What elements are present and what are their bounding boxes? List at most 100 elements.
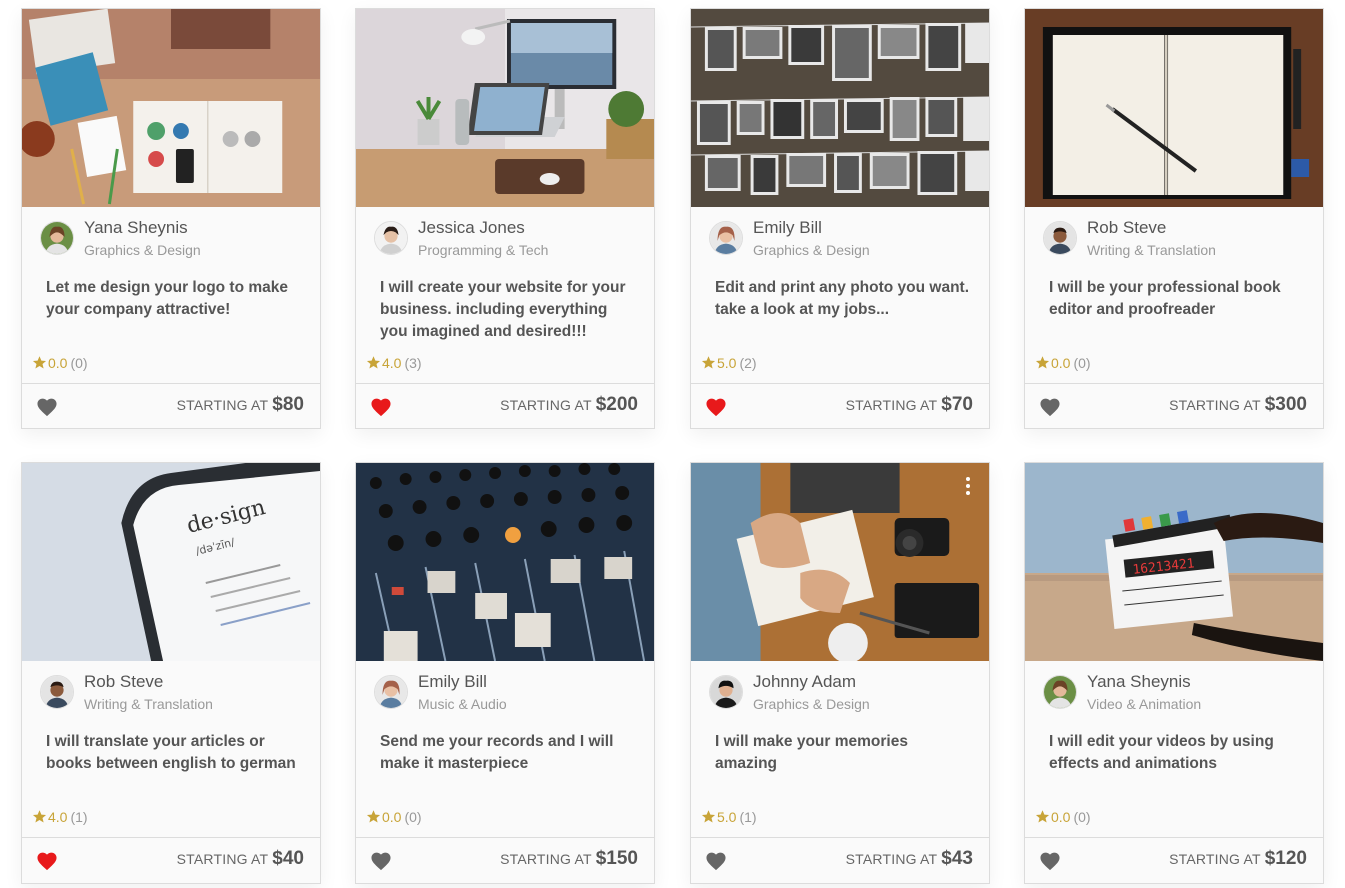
gig-thumbnail[interactable] (356, 463, 654, 661)
gig-rating: 5.0 (1) (701, 809, 757, 825)
star-icon (701, 810, 716, 823)
avatar[interactable] (709, 221, 743, 255)
gig-rating: 4.0 (1) (32, 809, 88, 825)
emily-avatar (710, 222, 742, 254)
seller-name[interactable]: Rob Steve (84, 672, 163, 692)
avatar[interactable] (374, 221, 408, 255)
heart-icon[interactable] (705, 851, 727, 871)
starting-at-label: STARTING AT (845, 851, 938, 867)
seller-name[interactable]: Emily Bill (753, 218, 822, 238)
seller-info: Emily Bill Graphics & Design (691, 207, 989, 265)
rating-value: 5.0 (717, 355, 737, 371)
gig-card[interactable]: Emily Bill Music & Audio Send me your re… (355, 462, 655, 884)
gig-rating: 0.0 (0) (1035, 809, 1091, 825)
rating-value: 4.0 (382, 355, 402, 371)
price-block: STARTING AT $120 (1169, 848, 1307, 870)
gig-card[interactable]: Rob Steve Writing & Translation I will b… (1024, 8, 1324, 429)
price-block: STARTING AT $40 (177, 848, 304, 870)
star-icon (32, 356, 47, 369)
rating-value: 0.0 (1051, 355, 1071, 371)
yana-avatar (41, 222, 73, 254)
avatar[interactable] (709, 675, 743, 709)
gig-card[interactable]: 16213421 Yana Sheynis Video & Animation … (1024, 462, 1324, 884)
seller-name[interactable]: Johnny Adam (753, 672, 856, 692)
seller-name[interactable]: Rob Steve (1087, 218, 1166, 238)
heart-icon[interactable] (370, 397, 392, 417)
hanging-photos-photo (691, 9, 989, 207)
gig-card[interactable]: Jessica Jones Programming & Tech I will … (355, 8, 655, 429)
emily-avatar (375, 676, 407, 708)
review-count: (0) (1073, 355, 1091, 371)
rating-value: 0.0 (48, 355, 68, 371)
star-icon (366, 356, 381, 369)
heart-icon[interactable] (36, 397, 58, 417)
seller-category: Video & Animation (1087, 696, 1202, 712)
heart-icon[interactable] (36, 851, 58, 871)
gig-thumbnail[interactable] (691, 463, 989, 661)
review-count: (2) (739, 355, 757, 371)
seller-name[interactable]: Emily Bill (418, 672, 487, 692)
rating-value: 4.0 (48, 809, 68, 825)
seller-category: Programming & Tech (418, 242, 549, 258)
avatar[interactable] (40, 675, 74, 709)
heart-icon[interactable] (370, 851, 392, 871)
star-icon (366, 810, 381, 823)
price-block: STARTING AT $300 (1169, 394, 1307, 416)
jessica-avatar (375, 222, 407, 254)
rob-avatar (41, 676, 73, 708)
review-count: (0) (1073, 809, 1091, 825)
gig-grid: Yana Sheynis Graphics & Design Let me de… (0, 0, 1345, 888)
starting-at-label: STARTING AT (176, 851, 269, 867)
seller-name[interactable]: Yana Sheynis (1087, 672, 1191, 692)
avatar[interactable] (40, 221, 74, 255)
gig-card[interactable]: de·sign /dəˈzīn/ Rob Steve Writing & Tra… (21, 462, 321, 884)
gig-thumbnail[interactable]: de·sign /dəˈzīn/ (22, 463, 320, 661)
more-options-icon[interactable] (965, 477, 971, 498)
price-block: STARTING AT $80 (177, 394, 304, 416)
heart-icon[interactable] (705, 397, 727, 417)
review-count: (0) (404, 809, 422, 825)
gig-thumbnail[interactable] (691, 9, 989, 207)
gig-thumbnail[interactable] (1025, 9, 1323, 207)
avatar[interactable] (1043, 675, 1077, 709)
gig-price: $150 (595, 848, 638, 869)
seller-name[interactable]: Jessica Jones (418, 218, 525, 238)
seller-info: Rob Steve Writing & Translation (1025, 207, 1323, 265)
seller-info: Yana Sheynis Graphics & Design (22, 207, 320, 265)
seller-info: Jessica Jones Programming & Tech (356, 207, 654, 265)
seller-name[interactable]: Yana Sheynis (84, 218, 188, 238)
gig-thumbnail[interactable] (356, 9, 654, 207)
gig-rating: 4.0 (3) (366, 355, 422, 371)
avatar[interactable] (1043, 221, 1077, 255)
heart-icon[interactable] (1039, 397, 1061, 417)
gig-thumbnail[interactable]: 16213421 (1025, 463, 1323, 661)
heart-icon[interactable] (1039, 851, 1061, 871)
gig-rating: 0.0 (0) (366, 809, 422, 825)
gig-card[interactable]: Johnny Adam Graphics & Design I will mak… (690, 462, 990, 884)
gig-card[interactable]: Emily Bill Graphics & Design Edit and pr… (690, 8, 990, 429)
rob-avatar (1044, 222, 1076, 254)
gig-footer: STARTING AT $80 (22, 383, 320, 428)
seller-category: Writing & Translation (1087, 242, 1216, 258)
gig-price: $120 (1264, 848, 1307, 869)
rating-value: 0.0 (382, 809, 402, 825)
gig-thumbnail[interactable] (22, 9, 320, 207)
gig-price: $200 (595, 394, 638, 415)
gig-footer: STARTING AT $200 (356, 383, 654, 428)
seller-category: Writing & Translation (84, 696, 213, 712)
gig-price: $70 (941, 394, 973, 415)
clapperboard-photo: 16213421 (1025, 463, 1323, 661)
starting-at-label: STARTING AT (176, 397, 269, 413)
star-icon (1035, 356, 1050, 369)
gig-footer: STARTING AT $150 (356, 837, 654, 882)
starting-at-label: STARTING AT (1169, 851, 1261, 867)
notebook-pen-photo (1025, 9, 1323, 207)
gig-price: $300 (1264, 394, 1307, 415)
gig-card[interactable]: Yana Sheynis Graphics & Design Let me de… (21, 8, 321, 429)
avatar[interactable] (374, 675, 408, 709)
sketching-camera-photo (691, 463, 989, 661)
price-block: STARTING AT $43 (846, 848, 973, 870)
gig-rating: 0.0 (0) (32, 355, 88, 371)
dictionary-phone-photo: de·sign /dəˈzīn/ (22, 463, 320, 661)
laptop-workspace-photo (356, 9, 654, 207)
